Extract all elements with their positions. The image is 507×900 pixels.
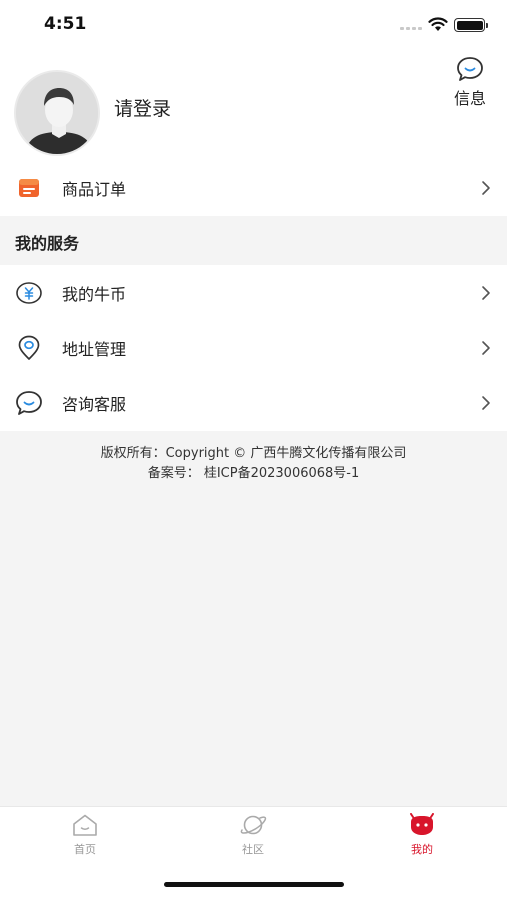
tab-mine[interactable]: 我的 — [382, 813, 462, 863]
orders-row[interactable]: 商品订单 — [0, 160, 507, 216]
location-icon — [15, 334, 43, 362]
login-link[interactable]: 请登录 — [114, 94, 171, 121]
coin-icon — [15, 279, 43, 307]
service-row-support[interactable]: 咨询客服 — [0, 375, 507, 431]
tab-community[interactable]: 社区 — [213, 813, 293, 863]
services-section-title: 我的服务 — [15, 234, 80, 253]
wifi-icon — [428, 17, 448, 31]
chevron-right-icon — [482, 286, 490, 300]
order-icon — [15, 174, 43, 202]
status-bar: 4:51 — [0, 0, 507, 50]
chat-icon — [15, 389, 43, 417]
signal-icon — [400, 27, 422, 30]
message-icon — [457, 57, 483, 81]
service-item-label: 地址管理 — [62, 340, 127, 359]
tab-label: 我的 — [411, 843, 433, 856]
status-time: 4:51 — [44, 14, 87, 34]
service-row-address[interactable]: 地址管理 — [0, 320, 507, 376]
message-button[interactable]: 信息 — [448, 56, 492, 110]
service-item-label: 咨询客服 — [62, 395, 127, 414]
planet-icon — [240, 815, 267, 835]
chevron-right-icon — [482, 181, 490, 195]
tab-label: 首页 — [74, 843, 96, 856]
chevron-right-icon — [482, 341, 490, 355]
profile-header: 请登录 信息 — [0, 50, 507, 160]
copyright-text: 版权所有：Copyright © 广西牛腾文化传播有限公司 — [100, 446, 407, 461]
avatar-person-icon — [16, 72, 98, 154]
home-icon — [73, 814, 97, 836]
battery-icon — [454, 18, 488, 32]
tab-home[interactable]: 首页 — [45, 813, 125, 863]
service-item-label: 我的牛币 — [62, 285, 127, 304]
chevron-right-icon — [482, 396, 490, 410]
avatar[interactable] — [14, 70, 100, 156]
message-label: 信息 — [453, 89, 486, 108]
service-row-coins[interactable]: 我的牛币 — [0, 265, 507, 321]
tab-label: 社区 — [242, 843, 264, 856]
icp-text: 备案号： 桂ICP备2023006068号-1 — [147, 466, 360, 481]
home-indicator — [164, 882, 344, 887]
orders-label: 商品订单 — [62, 180, 127, 199]
mine-icon — [410, 813, 434, 835]
